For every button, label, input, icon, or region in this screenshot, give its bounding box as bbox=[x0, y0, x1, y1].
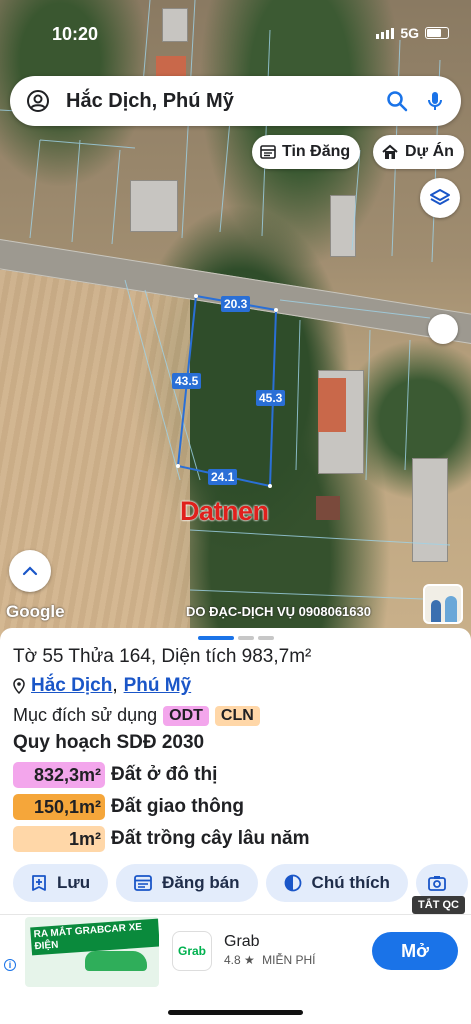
dimension-right-label: 45.3 bbox=[256, 390, 286, 406]
purpose-label: Mục đích sử dụng bbox=[13, 705, 158, 725]
ad-creative[interactable]: RA MẮT GRABCAR XE ĐIỆN bbox=[25, 917, 159, 987]
post-for-sale-label: Đăng bán bbox=[162, 873, 240, 892]
home-indicator[interactable] bbox=[168, 1010, 303, 1015]
legend-button[interactable]: Chú thích bbox=[265, 864, 408, 902]
signal-icon bbox=[376, 27, 395, 39]
commune-link[interactable]: Hắc Dịch bbox=[31, 675, 112, 697]
listing-icon bbox=[260, 145, 276, 159]
car-image bbox=[85, 951, 147, 971]
open-app-button[interactable]: Mở bbox=[372, 932, 458, 970]
parcel-location: Hắc Dịch, Phú Mỹ bbox=[13, 675, 191, 697]
sheet-handle[interactable] bbox=[198, 636, 274, 640]
save-button[interactable]: Lưu bbox=[13, 864, 109, 902]
satellite-map[interactable]: 20.3 43.5 45.3 24.1 Datnen 10:20 5G Hắc … bbox=[0, 0, 471, 640]
microphone-icon[interactable] bbox=[423, 89, 447, 113]
dimension-bottom-label: 24.1 bbox=[208, 469, 238, 485]
location-separator: , bbox=[112, 675, 118, 696]
plan-title: Quy hoạch SDĐ 2030 bbox=[13, 732, 205, 753]
zone-row: 1m² Đất trồng cây lâu năm bbox=[13, 826, 310, 852]
listing-chip-label: Tin Đăng bbox=[282, 143, 351, 160]
action-buttons: Lưu Đăng bán Chú thích bbox=[13, 864, 468, 902]
ad-rating: 4.8 ★ bbox=[224, 953, 255, 967]
close-ad-button[interactable]: TẮT QC bbox=[412, 896, 465, 914]
zone-area: 832,3m² bbox=[13, 762, 105, 788]
post-for-sale-button[interactable]: Đăng bán bbox=[116, 864, 258, 902]
battery-icon bbox=[425, 27, 449, 39]
zone-area: 1m² bbox=[13, 826, 105, 852]
chevron-up-icon bbox=[22, 566, 38, 576]
ad-rating-price: 4.8 ★ MIỄN PHÍ bbox=[224, 953, 315, 967]
ad-info-icon[interactable]: i bbox=[4, 959, 16, 971]
zone-row: 150,1m² Đất giao thông bbox=[13, 794, 244, 820]
legend-button-label: Chú thích bbox=[311, 873, 390, 892]
network-type: 5G bbox=[400, 25, 419, 41]
search-query[interactable]: Hắc Dịch, Phú Mỹ bbox=[66, 90, 385, 113]
map-credit: DO ĐẠC-DỊCH VỤ 0908061630 bbox=[186, 604, 371, 619]
parcel-info-sheet: Tờ 55 Thửa 164, Diện tích 983,7m² Hắc Dị… bbox=[0, 628, 471, 918]
listing-chip[interactable]: Tin Đăng bbox=[252, 135, 361, 169]
status-indicators: 5G bbox=[376, 25, 449, 41]
listing-icon bbox=[134, 875, 152, 891]
parcel-title: Tờ 55 Thửa 164, Diện tích 983,7m² bbox=[13, 646, 312, 667]
purpose-tag-odt: ODT bbox=[163, 705, 209, 726]
datnen-watermark: Datnen bbox=[180, 496, 269, 526]
status-time: 10:20 bbox=[52, 24, 99, 44]
zone-row: 832,3m² Đất ở đô thị bbox=[13, 762, 217, 788]
search-icon[interactable] bbox=[385, 89, 409, 113]
home-icon bbox=[382, 144, 398, 159]
dimension-top-label: 20.3 bbox=[221, 296, 251, 312]
save-button-label: Lưu bbox=[57, 873, 91, 892]
grab-logo[interactable]: Grab bbox=[172, 931, 212, 971]
zone-name: Đất giao thông bbox=[111, 796, 244, 817]
ad-price: MIỄN PHÍ bbox=[262, 953, 316, 967]
zone-area: 150,1m² bbox=[13, 794, 105, 820]
google-logo: Google bbox=[6, 602, 65, 621]
project-chip[interactable]: Dự Án bbox=[373, 135, 464, 169]
bookmark-add-icon bbox=[32, 875, 46, 891]
street-view-thumbnail[interactable] bbox=[423, 584, 463, 624]
purpose-tag-cln: CLN bbox=[214, 705, 260, 726]
dimension-left-label: 43.5 bbox=[172, 373, 202, 389]
zone-name: Đất ở đô thị bbox=[111, 764, 218, 785]
compass-button[interactable] bbox=[428, 314, 458, 344]
layers-button[interactable] bbox=[420, 178, 460, 218]
zone-name: Đất trồng cây lâu năm bbox=[111, 828, 310, 849]
project-chip-label: Dự Án bbox=[405, 143, 454, 160]
expand-up-button[interactable] bbox=[9, 550, 51, 592]
land-use-purpose: Mục đích sử dụng ODT CLN bbox=[13, 705, 260, 726]
search-bar[interactable]: Hắc Dịch, Phú Mỹ bbox=[10, 76, 461, 126]
contrast-icon bbox=[284, 874, 301, 892]
camera-icon bbox=[428, 876, 446, 891]
ad-banner[interactable]: i RA MẮT GRABCAR XE ĐIỆN Grab Grab 4.8 ★… bbox=[0, 914, 471, 988]
location-pin-icon bbox=[13, 678, 25, 694]
layers-icon bbox=[430, 189, 450, 205]
ad-headline: RA MẮT GRABCAR XE ĐIỆN bbox=[30, 918, 159, 956]
ad-app-name: Grab bbox=[224, 933, 260, 950]
account-icon[interactable] bbox=[26, 89, 50, 113]
town-link[interactable]: Phú Mỹ bbox=[124, 675, 192, 697]
